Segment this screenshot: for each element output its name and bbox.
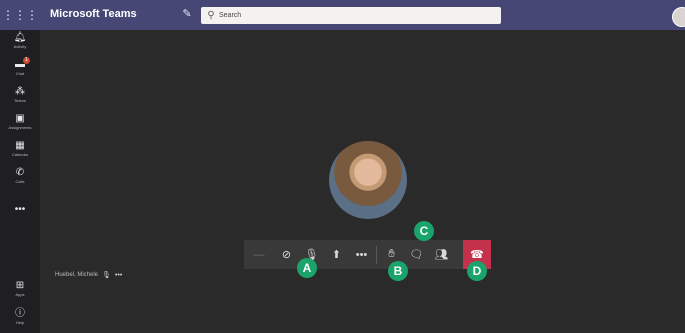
compose-icon[interactable]: ✎ [180, 7, 194, 21]
mic-off-icon: 🎙︎ [102, 272, 111, 279]
hang-up-icon: ☎︎ [470, 249, 484, 261]
camera-off-icon[interactable]: ⊘ [274, 240, 299, 269]
rail-label: Apps [15, 292, 25, 297]
rail-label: Teams [14, 98, 26, 103]
more-options-icon[interactable]: ••• [349, 240, 374, 269]
rail-label: Help [15, 320, 25, 325]
chat-icon[interactable]: 🗨︎ [404, 240, 429, 269]
share-screen-icon[interactable]: ⬆ [324, 240, 349, 269]
rail-item-apps[interactable]: ⊞ Apps [0, 278, 40, 305]
search-input[interactable]: ⚲ Search [201, 7, 501, 24]
participant-avatar [329, 141, 407, 219]
app-title: Microsoft Teams [50, 8, 137, 20]
rail-label: Assignments [8, 125, 32, 130]
participant-name: Huebel, Michele [55, 272, 99, 278]
rail-item-calendar[interactable]: ▦ Calendar [0, 138, 40, 165]
help-icon: ⓘ [15, 308, 25, 319]
app-launcher-icon[interactable]: ⋮⋮⋮ [0, 0, 40, 30]
participant-more-icon[interactable]: ••• [115, 272, 122, 279]
search-placeholder: Search [219, 12, 242, 19]
rail-item-teams[interactable]: ⁂ Teams [0, 84, 40, 111]
rail-label: Chat [15, 71, 25, 76]
rail-label: Calendar [11, 152, 29, 157]
participants-icon[interactable]: 👥︎ [429, 240, 454, 269]
top-bar: ⋮⋮⋮ Microsoft Teams ✎ ⚲ Search [0, 0, 685, 30]
callout-a: A [297, 258, 317, 278]
calendar-icon: ▦ [15, 140, 25, 151]
rail-item-activity[interactable]: 🔔︎ Activity [0, 30, 40, 57]
teams-icon: ⁂ [15, 86, 25, 97]
callout-b: B [388, 261, 408, 281]
app-bar: 🔔︎ Activity ▬ 1 Chat ⁂ Teams ▣ Assignmen… [0, 30, 40, 333]
callout-c: C [414, 221, 434, 241]
chat-icon: ▬ [15, 59, 25, 70]
more-apps-icon[interactable]: ••• [0, 204, 40, 215]
chat-badge: 1 [23, 57, 30, 64]
assignments-icon: ▣ [15, 113, 25, 124]
video-placeholder: — [253, 248, 265, 261]
callout-d: D [467, 261, 487, 281]
participant-label: Huebel, Michele 🎙︎ ••• [55, 271, 122, 280]
bell-icon: 🔔︎ [13, 32, 27, 43]
search-icon: ⚲ [207, 10, 215, 21]
rail-item-assignments[interactable]: ▣ Assignments [0, 111, 40, 138]
rail-label: Activity [13, 44, 27, 49]
rail-label: Calls [15, 179, 25, 184]
profile-avatar[interactable] [672, 7, 685, 27]
call-controls: — ⊘ 🎙︎ ⬆ ••• ✋︎ 🗨︎ 👥︎ [244, 240, 491, 269]
rail-item-chat[interactable]: ▬ 1 Chat [0, 57, 40, 84]
divider [376, 245, 377, 264]
teams-window: ⋮⋮⋮ Microsoft Teams ✎ ⚲ Search 🔔︎ Activi… [0, 0, 685, 333]
apps-icon: ⊞ [15, 280, 25, 291]
rail-item-help[interactable]: ⓘ Help [0, 306, 40, 333]
phone-icon: ✆ [15, 167, 25, 178]
rail-item-calls[interactable]: ✆ Calls [0, 165, 40, 192]
